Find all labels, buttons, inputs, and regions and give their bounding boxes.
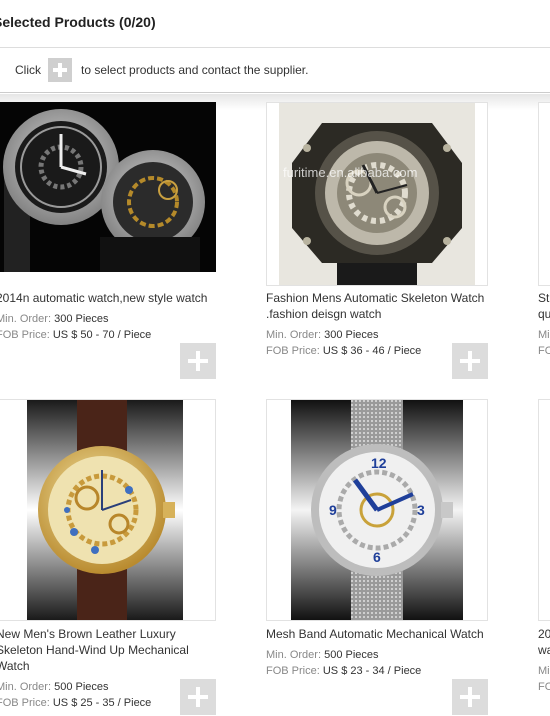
product-title[interactable]: Fashion Mens Automatic Skeleton Watch .f… xyxy=(266,290,496,322)
product-image[interactable]: 12 3 6 9 xyxy=(266,399,488,621)
svg-text:9: 9 xyxy=(329,502,337,518)
product-image[interactable] xyxy=(0,102,216,272)
min-order: Mi xyxy=(538,665,550,677)
product-title[interactable]: 2014n automatic watch,new style watch xyxy=(0,290,216,306)
product-title[interactable]: 20 wa xyxy=(538,626,550,658)
product-title[interactable]: New Men's Brown Leather Luxury Skeleton … xyxy=(0,626,218,674)
fob-price: FOB Price: US $ 50 - 70 / Piece xyxy=(0,329,152,341)
min-order: Min xyxy=(538,329,550,341)
svg-text:3: 3 xyxy=(417,502,425,518)
product-grid: 2014n automatic watch,new style watch Mi… xyxy=(0,0,550,716)
fob-price: FOB Price: US $ 25 - 35 / Piece xyxy=(0,697,152,709)
image-watermark: furitime.en.alibaba.com xyxy=(283,165,417,180)
product-image[interactable] xyxy=(538,399,550,621)
product-image[interactable] xyxy=(0,399,216,621)
product-image[interactable]: furitime.en.alibaba.com xyxy=(266,102,488,286)
product-title[interactable]: Mesh Band Automatic Mechanical Watch xyxy=(266,626,496,642)
product-image[interactable] xyxy=(538,102,550,286)
add-product-button[interactable] xyxy=(452,679,488,715)
fob-price: FOB Price: US $ 36 - 46 / Piece xyxy=(266,345,422,357)
min-order: Min. Order: 500 Pieces xyxy=(0,681,109,693)
svg-text:12: 12 xyxy=(371,455,387,471)
min-order: Min. Order: 500 Pieces xyxy=(266,649,379,661)
fob-price: FOB xyxy=(538,345,550,357)
add-product-button[interactable] xyxy=(180,343,216,379)
min-order: Min. Order: 300 Pieces xyxy=(0,313,109,325)
product-title[interactable]: St qu xyxy=(538,290,550,322)
fob-price: FOB Price: US $ 23 - 34 / Piece xyxy=(266,665,422,677)
add-product-button[interactable] xyxy=(180,679,216,715)
svg-text:6: 6 xyxy=(373,549,381,565)
min-order: Min. Order: 300 Pieces xyxy=(266,329,379,341)
fob-price: FO xyxy=(538,681,550,693)
add-product-button[interactable] xyxy=(452,343,488,379)
